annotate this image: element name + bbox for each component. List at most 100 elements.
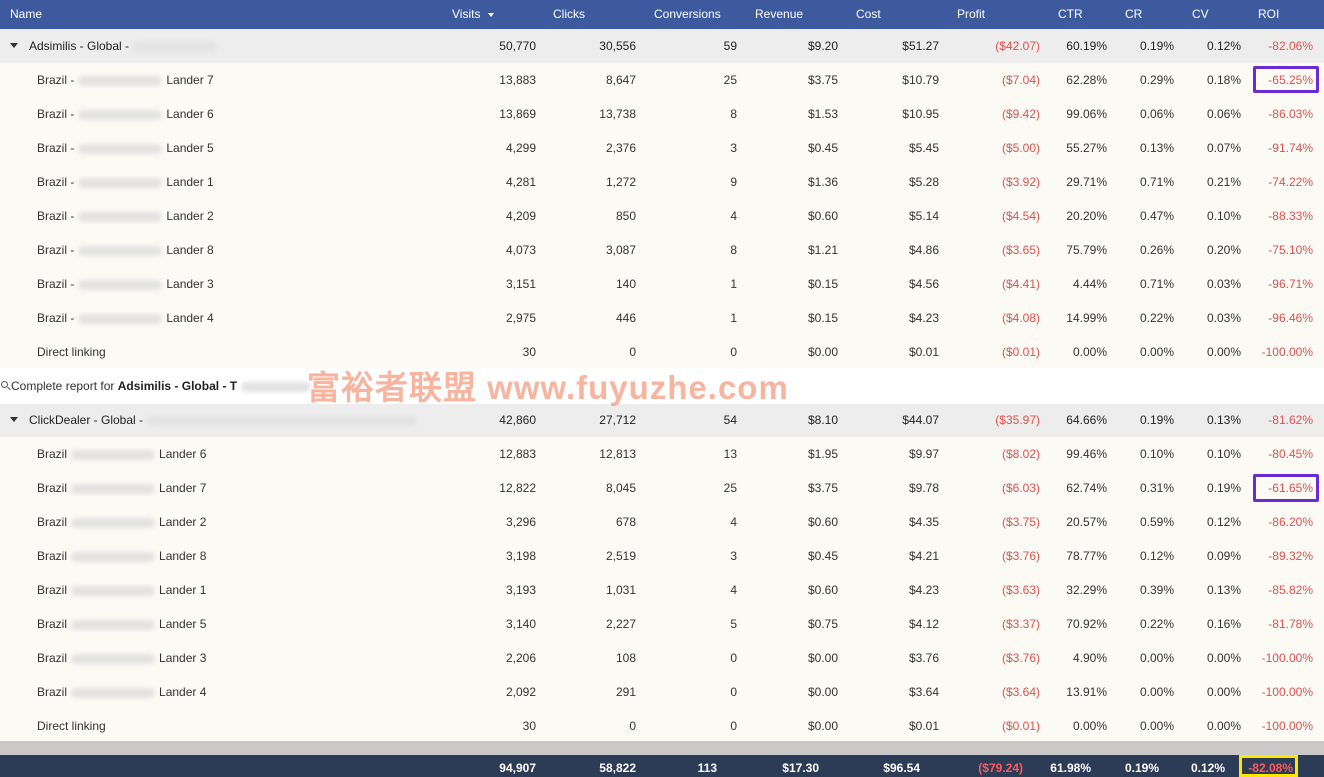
group-name-text: ClickDealer - Global -	[29, 413, 144, 427]
total-roi-highlight-box	[1239, 755, 1298, 777]
row-name-suffix: Lander 2	[159, 515, 207, 529]
cell-clicks: 2,519	[605, 549, 636, 563]
group-clicks: 30,556	[599, 39, 636, 53]
cell-clicks: 291	[615, 685, 636, 699]
table-row[interactable]: Brazil - Lander 4 2,975 446 1 $0.15 $4.23 ($4.0…	[0, 301, 1324, 335]
column-clicks[interactable]: Clicks	[553, 0, 585, 29]
table-row[interactable]: Direct linking 30 0 0 $0.00 $0.01 ($0.01) 0.00%…	[0, 335, 1324, 369]
row-name: Brazil Lander 1	[37, 573, 206, 607]
group-name-text: Adsimilis - Global -	[29, 39, 130, 53]
cell-ctr: 20.20%	[1066, 209, 1107, 223]
cell-cv: 0.18%	[1206, 73, 1241, 87]
group-row[interactable]: Adsimilis - Global - 50,770 30,556 59 $9.20 $…	[0, 29, 1324, 63]
cell-profit: ($3.65)	[1001, 243, 1040, 257]
table-row[interactable]: Brazil Lander 8 3,198 2,519 3 $0.45 $4.21 ($3.7…	[0, 539, 1324, 573]
row-name-suffix: Lander 2	[166, 209, 214, 223]
group-profit: ($35.97)	[995, 413, 1040, 427]
cell-visits: 13,883	[499, 73, 536, 87]
redacted-text	[78, 279, 163, 290]
total-revenue: $17.30	[782, 761, 819, 775]
column-name[interactable]: Name	[10, 0, 42, 29]
table-row[interactable]: Brazil - Lander 1 4,281 1,272 9 $1.36 $5.28 ($3…	[0, 165, 1324, 199]
row-name-prefix: Brazil -	[37, 175, 75, 189]
table-row[interactable]: Brazil - Lander 5 4,299 2,376 3 $0.45 $5.45 ($5…	[0, 131, 1324, 165]
group-profit: ($42.07)	[995, 39, 1040, 53]
table-row[interactable]: Brazil - Lander 6 13,869 13,738 8 $1.53 $10.95…	[0, 97, 1324, 131]
row-name: Brazil - Lander 4	[37, 301, 214, 335]
cell-roi: -80.45%	[1268, 447, 1313, 461]
complete-report-link[interactable]: Complete report for Adsimilis - Global -…	[11, 368, 315, 404]
cell-ctr: 0.00%	[1072, 719, 1107, 733]
cell-cr: 0.71%	[1139, 277, 1174, 291]
redacted-text	[71, 483, 156, 494]
cell-profit: ($3.63)	[1001, 583, 1040, 597]
row-name-suffix: Lander 7	[166, 73, 214, 87]
cell-cr: 0.31%	[1139, 481, 1174, 495]
column-cr[interactable]: CR	[1125, 0, 1142, 29]
table-row[interactable]: Direct linking 30 0 0 $0.00 $0.01 ($0.01) 0.00%…	[0, 709, 1324, 743]
column-conversions[interactable]: Conversions	[654, 0, 721, 29]
group-row[interactable]: ClickDealer - Global - 42,860 27,712 54 $8.1…	[0, 403, 1324, 437]
column-revenue[interactable]: Revenue	[755, 0, 803, 29]
cell-ctr: 29.71%	[1066, 175, 1107, 189]
group-visits: 42,860	[499, 413, 536, 427]
cell-clicks: 140	[615, 277, 636, 291]
table-row[interactable]: Brazil - Lander 7 13,883 8,647 25 $3.75 $10.79…	[0, 63, 1324, 97]
row-name-prefix: Brazil -	[37, 73, 75, 87]
group-cv: 0.13%	[1206, 413, 1241, 427]
cell-cv: 0.16%	[1206, 617, 1241, 631]
row-name-prefix: Brazil	[37, 583, 68, 597]
table-row[interactable]: Brazil Lander 7 12,822 8,045 25 $3.75 $9.78 ($6…	[0, 471, 1324, 505]
group-name: Adsimilis - Global -	[29, 29, 221, 63]
cell-roi: -86.20%	[1268, 515, 1313, 529]
column-cost[interactable]: Cost	[856, 0, 881, 29]
redacted-text	[78, 109, 163, 120]
cell-profit: ($3.75)	[1001, 515, 1040, 529]
row-name: Brazil Lander 2	[37, 505, 206, 539]
cell-ctr: 55.27%	[1066, 141, 1107, 155]
redacted-text	[71, 551, 156, 562]
table-row[interactable]: Brazil Lander 5 3,140 2,227 5 $0.75 $4.12 ($3.3…	[0, 607, 1324, 641]
row-name: Direct linking	[37, 335, 106, 369]
table-row[interactable]: Brazil - Lander 2 4,209 850 4 $0.60 $5.14 ($4.5…	[0, 199, 1324, 233]
column-profit[interactable]: Profit	[957, 0, 985, 29]
complete-report-row[interactable]: Complete report for Adsimilis - Global -…	[0, 368, 1324, 404]
cell-conversions: 8	[730, 107, 737, 121]
group-cv: 0.12%	[1206, 39, 1241, 53]
table-row[interactable]: Brazil Lander 3 2,206 108 0 $0.00 $3.76 ($3.76)…	[0, 641, 1324, 675]
cell-revenue: $0.60	[807, 209, 838, 223]
row-name: Brazil - Lander 2	[37, 199, 214, 233]
total-cv: 0.12%	[1190, 761, 1225, 775]
horizontal-scrollbar[interactable]	[0, 741, 1324, 755]
row-name-prefix: Brazil	[37, 617, 68, 631]
cell-conversions: 0	[730, 345, 737, 359]
table-row[interactable]: Brazil Lander 1 3,193 1,031 4 $0.60 $4.23 ($3.6…	[0, 573, 1324, 607]
cell-ctr: 62.74%	[1066, 481, 1107, 495]
cell-cv: 0.20%	[1206, 243, 1241, 257]
row-name-prefix: Direct linking	[37, 719, 106, 733]
column-visits[interactable]: Visits	[452, 0, 495, 29]
table-row[interactable]: Brazil Lander 4 2,092 291 0 $0.00 $3.64 ($3.64)…	[0, 675, 1324, 709]
cell-clicks: 2,227	[605, 617, 636, 631]
report-prefix: Complete report for	[11, 379, 115, 393]
cell-roi: -96.46%	[1268, 311, 1313, 325]
column-ctr[interactable]: CTR	[1058, 0, 1083, 29]
cell-clicks: 13,738	[599, 107, 636, 121]
table-row[interactable]: Brazil - Lander 8 4,073 3,087 8 $1.21 $4.86 ($3…	[0, 233, 1324, 267]
column-cv[interactable]: CV	[1192, 0, 1209, 29]
table-row[interactable]: Brazil Lander 2 3,296 678 4 $0.60 $4.35 ($3.75)…	[0, 505, 1324, 539]
column-roi[interactable]: ROI	[1258, 0, 1279, 29]
cell-cost: $0.01	[908, 719, 939, 733]
collapse-caret-icon[interactable]	[10, 417, 18, 422]
cell-revenue: $1.53	[807, 107, 838, 121]
row-name-suffix: Lander 6	[166, 107, 214, 121]
cell-revenue: $0.75	[807, 617, 838, 631]
cell-roi: -81.78%	[1268, 617, 1313, 631]
table-row[interactable]: Brazil - Lander 3 3,151 140 1 $0.15 $4.56 ($4.4…	[0, 267, 1324, 301]
table-row[interactable]: Brazil Lander 6 12,883 12,813 13 $1.95 $9.97 ($…	[0, 437, 1324, 471]
row-name: Brazil Lander 8	[37, 539, 206, 573]
cell-visits: 30	[522, 345, 536, 359]
collapse-caret-icon[interactable]	[10, 43, 18, 48]
cell-cr: 0.47%	[1139, 209, 1174, 223]
cell-cv: 0.00%	[1206, 685, 1241, 699]
